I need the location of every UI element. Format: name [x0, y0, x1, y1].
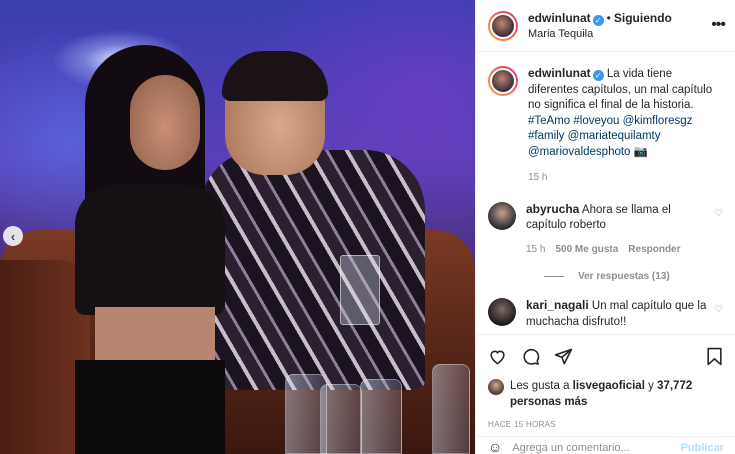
camera-emoji: 📷: [633, 145, 648, 158]
post-username[interactable]: edwinlunat: [528, 11, 591, 25]
share-icon[interactable]: [554, 347, 573, 366]
photo-bottle: [320, 384, 362, 454]
comment-likes[interactable]: 500 Me gusta: [555, 244, 618, 255]
add-comment-bar: ☺ Agrega un comentario... Publicar: [476, 436, 735, 454]
photo-bottle: [360, 379, 402, 454]
comment-icon[interactable]: [521, 347, 540, 366]
chevron-left-icon[interactable]: ‹: [3, 226, 23, 246]
view-replies-button[interactable]: Ver respuestas (13): [544, 271, 723, 282]
reply-button[interactable]: Responder: [628, 244, 680, 255]
photo-glass: [340, 255, 380, 325]
likes-summary: Les gusta a lisvegaoficial y 37,772 pers…: [476, 378, 735, 410]
post-photo[interactable]: ‹: [0, 0, 475, 454]
post-caption: edwinlunat ✓ La vida tiene diferentes cap…: [488, 66, 723, 186]
comment-item: kari_nagali Un mal capítulo que la mucha…: [488, 298, 723, 330]
post-actions: [476, 334, 735, 378]
more-options-icon[interactable]: •••: [711, 16, 726, 34]
heart-icon[interactable]: ♡: [714, 208, 723, 219]
photo-bottle: [432, 364, 470, 454]
emoji-icon[interactable]: ☺: [488, 440, 502, 454]
publish-button[interactable]: Publicar: [681, 442, 724, 454]
verified-icon: ✓: [592, 14, 604, 26]
comment-timestamp[interactable]: 15 h: [526, 244, 545, 255]
caption-timestamp[interactable]: 15 h: [528, 170, 723, 186]
comment-item: abyrucha Ahora se llama el capítulo robe…: [488, 201, 723, 258]
comment-username[interactable]: abyrucha: [526, 202, 579, 216]
comment-input[interactable]: Agrega un comentario...: [512, 442, 629, 454]
verified-icon: ✓: [592, 70, 604, 81]
mention-link[interactable]: @mariatequilamty: [568, 130, 661, 142]
caption-hashtags[interactable]: #TeAmo #loveyou: [528, 115, 619, 127]
comments-list[interactable]: edwinlunat ✓ La vida tiene diferentes cap…: [476, 52, 735, 334]
view-replies-label: Ver respuestas (13): [578, 271, 670, 282]
mention-link[interactable]: @mariovaldesphoto: [528, 146, 630, 158]
post-timestamp[interactable]: HACE 15 HORAS: [476, 410, 735, 429]
likes-user-link[interactable]: lisvegaoficial: [573, 380, 645, 392]
mention-link[interactable]: @kimfloresgz: [623, 115, 693, 127]
avatar[interactable]: [488, 66, 518, 96]
caption-username[interactable]: edwinlunat: [528, 66, 591, 80]
photo-woman: [75, 45, 245, 454]
likes-conj: y: [648, 380, 654, 392]
post-header: edwinlunat ✓ • Siguiendo Maria Tequila •••: [476, 0, 735, 52]
replies-divider: [544, 276, 564, 277]
post-sidebar: edwinlunat ✓ • Siguiendo Maria Tequila ••• …: [475, 0, 735, 454]
following-button[interactable]: Siguiendo: [614, 11, 672, 25]
instagram-post-view: ‹ edwinlunat ✓ • Siguiendo Maria Tequila ••…: [0, 0, 735, 454]
heart-icon[interactable]: [488, 347, 507, 366]
separator-dot: •: [606, 10, 611, 25]
heart-icon[interactable]: ♡: [714, 304, 723, 315]
avatar[interactable]: [488, 298, 516, 326]
bookmark-icon[interactable]: [706, 347, 723, 371]
avatar[interactable]: [488, 10, 518, 41]
hashtag-link[interactable]: #family: [528, 130, 564, 142]
avatar[interactable]: [488, 379, 504, 395]
avatar[interactable]: [488, 201, 516, 230]
likes-prefix: Les gusta a: [510, 380, 570, 392]
post-location[interactable]: Maria Tequila: [528, 26, 672, 42]
comment-username[interactable]: kari_nagali: [526, 298, 589, 312]
